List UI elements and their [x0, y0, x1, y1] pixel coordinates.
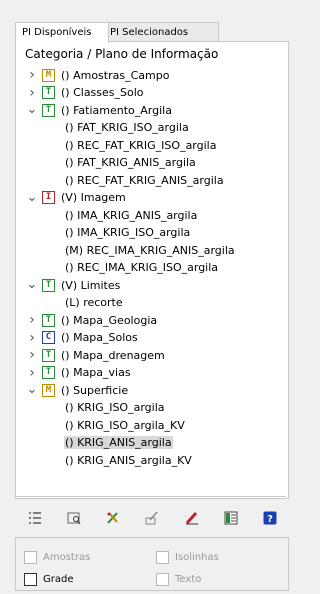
- tree-category-row[interactable]: › T () Mapa_vias: [26, 365, 132, 381]
- tree-item-label: () Fatiamento_Argila: [61, 103, 172, 117]
- tree-item-label: () KRIG_ANIS_argila_KV: [65, 453, 192, 467]
- svg-text:?: ?: [267, 514, 273, 525]
- category-type-icon: T: [42, 366, 55, 379]
- category-type-icon: M: [42, 68, 55, 82]
- tree-item-label: () KRIG_ISO_argila_KV: [65, 418, 185, 432]
- category-type-icon: T: [42, 278, 55, 292]
- tree-layer-row[interactable]: () REC_FAT_KRIG_ISO_argila: [64, 137, 217, 153]
- category-type-icon: I: [42, 191, 55, 204]
- tree-item-label: () Amostras_Campo: [61, 68, 170, 82]
- tab-pi-selecionados[interactable]: PI Selecionados: [103, 22, 219, 42]
- layer-tree[interactable]: Categoria / Plano de Informação › M () Amo…: [16, 42, 286, 497]
- grade-checkbox[interactable]: [24, 573, 37, 586]
- tree-layer-row[interactable]: () FAT_KRIG_ANIS_argila: [64, 155, 197, 171]
- tree-layer-row[interactable]: () KRIG_ANIS_argila_KV: [64, 452, 193, 468]
- tree-item-label: (V) Limites: [61, 278, 121, 292]
- tree-layer-row[interactable]: () KRIG_ANIS_argila: [64, 435, 173, 451]
- tree-layer-row[interactable]: () IMA_KRIG_ANIS_argila: [64, 207, 198, 223]
- tree-category-row[interactable]: ⌄ M () Superficie: [26, 382, 129, 398]
- chevron-right-icon[interactable]: ›: [26, 365, 38, 381]
- tree-item-label: () REC_FAT_KRIG_ANIS_argila: [65, 173, 224, 187]
- tree-category-row[interactable]: › M () Amostras_Campo: [26, 67, 170, 83]
- tree-layer-row[interactable]: () FAT_KRIG_ISO_argila: [64, 120, 190, 136]
- tree-item-label: () REC_FAT_KRIG_ISO_argila: [65, 138, 217, 152]
- tree-layer-row[interactable]: () IMA_KRIG_ISO_argila: [64, 225, 191, 241]
- list-icon[interactable]: [25, 508, 45, 528]
- chevron-right-icon[interactable]: ›: [26, 67, 38, 83]
- tree-item-label: () KRIG_ANIS_argila: [64, 436, 173, 449]
- isolinhas-checkbox[interactable]: [156, 551, 169, 564]
- tree-item-label: () REC_IMA_KRIG_ISO_argila: [65, 261, 219, 274]
- texto-label: Texto: [175, 574, 202, 585]
- texto-option[interactable]: Texto: [156, 573, 201, 586]
- grade-option[interactable]: Grade: [24, 573, 74, 586]
- tree-item-label: () Classes_Solo: [61, 86, 144, 99]
- amostras-option[interactable]: Amostras: [24, 551, 90, 564]
- tree-category-row[interactable]: › T () Classes_Solo: [26, 85, 145, 101]
- chevron-down-icon[interactable]: ⌄: [26, 278, 38, 291]
- isolinhas-label: Isolinhas: [175, 552, 219, 563]
- tree-item-label: () Mapa_Solos: [61, 331, 138, 344]
- chevron-right-icon[interactable]: ›: [26, 347, 38, 363]
- tab-panel: Categoria / Plano de Informação › M () Amo…: [15, 41, 289, 499]
- toolbar: ?: [25, 507, 280, 529]
- tree-item-label: (L) recorte: [65, 296, 123, 309]
- tree-item-label: (V) Imagem: [61, 191, 126, 204]
- eraser-icon[interactable]: [182, 508, 202, 528]
- tree-layer-row[interactable]: () REC_IMA_KRIG_ISO_argila: [64, 260, 219, 276]
- tree-category-row[interactable]: ⌄ I (V) Imagem: [26, 190, 127, 206]
- tree-item-label: () KRIG_ISO_argila: [65, 401, 165, 414]
- tree-layer-row[interactable]: (M) REC_IMA_KRIG_ANIS_argila: [64, 242, 236, 258]
- tree-category-row[interactable]: › C () Mapa_Solos: [26, 330, 139, 346]
- amostras-checkbox[interactable]: [24, 551, 37, 564]
- tree-item-label: () FAT_KRIG_ISO_argila: [65, 121, 189, 134]
- category-type-icon: M: [42, 383, 55, 397]
- tree-item-label: () Mapa_Geologia: [61, 313, 158, 327]
- tree-item-label: () Superficie: [61, 383, 129, 397]
- isolinhas-option[interactable]: Isolinhas: [156, 551, 219, 564]
- tree-item-label: () IMA_KRIG_ANIS_argila: [65, 208, 198, 222]
- category-type-icon: T: [42, 86, 55, 99]
- chevron-right-icon[interactable]: ›: [26, 330, 38, 346]
- display-options: Amostras Isolinhas Grade Texto: [15, 537, 289, 591]
- tree-category-row[interactable]: ⌄ T (V) Limites: [26, 277, 121, 293]
- tree-category-row[interactable]: › T () Mapa_drenagem: [26, 347, 166, 363]
- chevron-down-icon[interactable]: ⌄: [26, 383, 38, 396]
- grade-label: Grade: [43, 574, 74, 585]
- tree-layer-row[interactable]: () REC_FAT_KRIG_ANIS_argila: [64, 172, 225, 188]
- chevron-down-icon[interactable]: ⌄: [26, 103, 38, 116]
- category-type-icon: T: [42, 103, 55, 117]
- tab-pi-disponiveis[interactable]: PI Disponíveis: [15, 22, 109, 43]
- category-type-icon: T: [42, 313, 55, 327]
- texto-checkbox[interactable]: [156, 573, 169, 586]
- tree-item-label: (M) REC_IMA_KRIG_ANIS_argila: [65, 243, 235, 257]
- tree-item-label: () FAT_KRIG_ANIS_argila: [65, 156, 196, 169]
- tree-category-row[interactable]: ⌄ T () Fatiamento_Argila: [26, 102, 173, 118]
- tree-header: Categoria / Plano de Informação: [25, 47, 219, 61]
- chevron-down-icon[interactable]: ⌄: [26, 191, 38, 204]
- edit-icon[interactable]: [142, 508, 162, 528]
- chevron-right-icon[interactable]: ›: [26, 312, 38, 328]
- amostras-label: Amostras: [43, 552, 91, 563]
- pencil-tool-icon[interactable]: [103, 508, 123, 528]
- tree-layer-row[interactable]: () KRIG_ISO_argila_KV: [64, 417, 186, 433]
- tree-category-row[interactable]: › T () Mapa_Geologia: [26, 312, 158, 328]
- category-type-icon: C: [42, 331, 55, 344]
- chevron-right-icon[interactable]: ›: [26, 85, 38, 101]
- tree-item-label: () IMA_KRIG_ISO_argila: [65, 226, 191, 239]
- help-icon[interactable]: ?: [260, 508, 280, 528]
- tree-item-label: () Mapa_vias: [61, 366, 131, 379]
- tree-item-label: () Mapa_drenagem: [61, 348, 165, 362]
- legend-icon[interactable]: [221, 508, 241, 528]
- zoom-icon[interactable]: [64, 508, 84, 528]
- tree-layer-row[interactable]: (L) recorte: [64, 295, 124, 311]
- category-type-icon: T: [42, 348, 55, 362]
- tree-layer-row[interactable]: () KRIG_ISO_argila: [64, 400, 166, 416]
